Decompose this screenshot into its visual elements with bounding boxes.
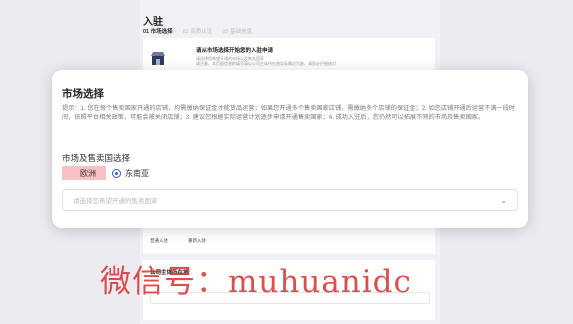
store-type-reenter[interactable]: 重新入驻 [188, 238, 206, 244]
intro-card-title: 请从市场选择开始您的入驻申请 [196, 48, 274, 54]
storefront-icon [151, 52, 165, 65]
country-select-placeholder: 请选择您希望开通的售卖国家 [73, 198, 158, 205]
modal-title: 市场选择 [62, 88, 104, 100]
step-2[interactable]: 02 资质认证 [183, 27, 213, 35]
region-option-southeast-asia[interactable]: 东南亚 [112, 166, 149, 180]
chevron-down-icon: ⌄ [500, 195, 507, 205]
region-radio-group: 欧洲 东南亚 [62, 166, 149, 180]
step-3[interactable]: 03 基础信息 [222, 27, 252, 35]
market-select-modal: 市场选择 提示：1. 您在每个售卖国家开通的店铺，均需缴纳保证金才能货品运营；如… [52, 70, 528, 228]
country-select[interactable]: 请选择您希望开通的售卖国家 ⌄ [62, 189, 518, 211]
region-option-europe[interactable]: 欧洲 [62, 166, 106, 180]
store-type-card [143, 224, 435, 254]
intro-card [143, 38, 435, 72]
step-1[interactable]: 01 市场选择 [143, 27, 173, 35]
step-indicator: 01 市场选择 02 资质认证 03 基础信息 [143, 27, 252, 35]
modal-hint: 提示：1. 您在每个售卖国家开通的店铺，均需缴纳保证金才能货品运营；如果您开通多… [62, 105, 516, 122]
watermark: 微信号：muhuanidc [100, 264, 412, 300]
page-title: 入驻 [143, 17, 163, 28]
store-type-normal[interactable]: 普通入驻 [150, 238, 168, 244]
radio-checked-icon[interactable] [112, 168, 121, 178]
region-label: 欧洲 [80, 168, 96, 178]
section-label: 市场及售卖国选择 [62, 153, 131, 163]
region-label: 东南亚 [125, 168, 149, 178]
intro-card-text: 请选择您希望开通的市场以及售卖国家 请注意，本页面信息的填写请以公司主体所在地实… [196, 56, 336, 66]
